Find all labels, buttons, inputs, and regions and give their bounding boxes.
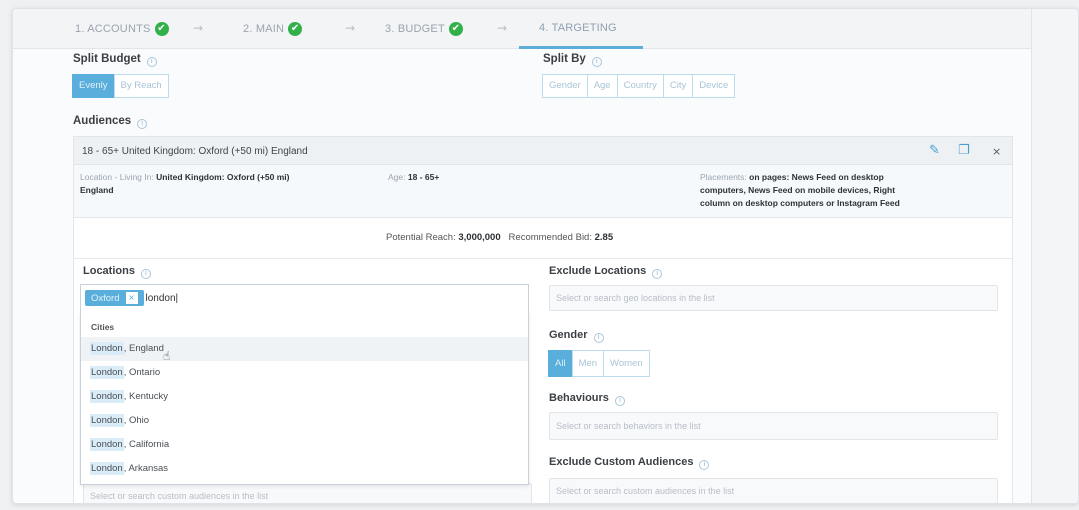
arrow-right-icon: → [497,21,508,35]
close-icon[interactable]: × [992,145,1001,158]
exclude-locations-input[interactable]: Select or search geo locations in the li… [549,285,998,311]
potential-reach-label: Potential Reach: [386,232,456,243]
check-icon: ✔ [154,22,169,36]
gender-label: Gender i [549,329,604,343]
reach-summary: Potential Reach: 3,000,000 Recommended B… [74,219,1012,259]
suggestions-group-header: Cities [91,322,115,332]
info-icon[interactable]: i [140,269,151,279]
split-by-device-button[interactable]: Device [692,74,736,98]
audience-location: Location - Living In: United Kingdom: Ox… [80,172,290,195]
step-main[interactable]: 2. MAIN ✔ [243,22,303,36]
exclude-custom-audiences-input[interactable]: Select or search custom audiences in the… [549,478,998,503]
arrow-right-icon: → [345,21,356,35]
audience-age: Age: 18 - 65+ [388,172,440,182]
suggestion-item[interactable]: London, Ontario [81,361,528,385]
audience-title: 18 - 65+ United Kingdom: Oxford (+50 mi)… [82,146,308,157]
info-icon[interactable]: i [699,460,710,470]
recommended-bid-label: Recommended Bid: [508,232,592,243]
step-accounts[interactable]: 1. ACCOUNTS ✔ [75,22,169,36]
behaviours-input[interactable]: Select or search behaviors in the list [549,412,998,440]
exclude-locations-label: Exclude Locations i [549,265,663,279]
gender-all-button[interactable]: All [548,350,573,377]
locations-input[interactable]: Oxford × london| [80,284,529,312]
audience-details: Location - Living In: United Kingdom: Ox… [74,165,1012,218]
split-by-gender-button[interactable]: Gender [542,74,588,98]
step-targeting-label: 4. TARGETING [539,22,617,34]
info-icon[interactable]: i [614,396,625,406]
step-budget[interactable]: 3. BUDGET ✔ [385,22,463,36]
split-by-country-button[interactable]: Country [616,74,664,98]
info-icon[interactable]: i [146,57,157,67]
split-budget-by-reach-button[interactable]: By Reach [113,74,169,98]
split-by-age-button[interactable]: Age [586,74,618,98]
info-icon[interactable]: i [593,333,604,343]
exclude-custom-audiences-label: Exclude Custom Audiences i [549,456,710,470]
step-budget-label: 3. BUDGET [385,23,445,35]
gender-women-button[interactable]: Women [603,350,650,377]
arrow-right-icon: → [193,21,204,35]
split-budget-evenly-button[interactable]: Evenly [72,74,115,98]
locations-label: Locations i [83,265,151,279]
copy-icon[interactable]: ❐ [958,143,970,158]
potential-reach-value: 3,000,000 [458,232,501,243]
check-icon: ✔ [288,22,303,36]
split-by-toggle: Gender Age Country City Device [542,74,736,98]
audience-placements: Placements: on pages: News Feed on deskt… [700,172,900,208]
active-step-underline [519,46,643,49]
step-accounts-label: 1. ACCOUNTS [75,23,151,35]
locations-typed-text: london| [145,292,179,304]
info-icon[interactable]: i [137,119,148,129]
behaviours-label: Behaviours i [549,392,625,406]
suggestion-item[interactable]: London, Ohio [81,409,528,433]
suggestion-item[interactable]: London, California [81,433,528,457]
check-icon: ✔ [448,22,463,36]
locations-suggestions-dropdown: Cities London, England London, Ontario L… [80,311,529,485]
remove-tag-icon[interactable]: × [125,292,138,304]
edit-icon[interactable]: ✎ [929,143,940,158]
split-budget-toggle: Evenly By Reach [72,74,169,98]
right-sidebar-strip [1031,9,1078,503]
hand-cursor-icon: ☝ [163,349,171,363]
wizard-steps: 1. ACCOUNTS ✔ → 2. MAIN ✔ → 3. BUDGET ✔ … [13,9,1031,49]
info-icon[interactable]: i [652,269,663,279]
step-targeting[interactable]: 4. TARGETING [539,22,617,34]
info-icon[interactable]: i [591,57,602,67]
location-tag-oxford: Oxford × [85,290,144,306]
gender-toggle: All Men Women [548,350,650,377]
split-by-city-button[interactable]: City [662,74,694,98]
step-main-label: 2. MAIN [243,23,285,35]
audience-header[interactable]: 18 - 65+ United Kingdom: Oxford (+50 mi)… [74,137,1012,165]
suggestion-item[interactable]: London, Kentucky [81,385,528,409]
split-budget-label: Split Budget i [73,53,157,67]
custom-audiences-input[interactable]: Select or search custom audiences in the… [83,483,532,503]
split-by-label: Split By i [543,53,602,67]
suggestion-item[interactable]: London, England [81,337,528,361]
suggestion-item[interactable]: London, Arkansas [81,457,528,481]
gender-men-button[interactable]: Men [571,350,605,377]
audiences-label: Audiences i [73,115,148,129]
recommended-bid-value: 2.85 [594,232,614,243]
